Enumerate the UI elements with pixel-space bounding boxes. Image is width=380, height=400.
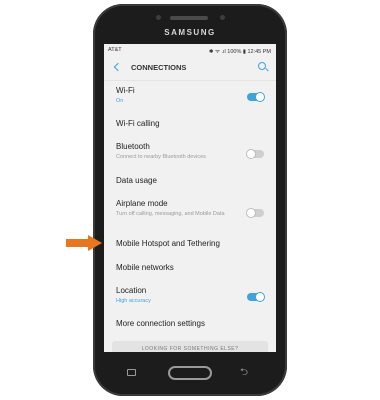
- looking-for-something-else-card: LOOKING FOR SOMETHING ELSE?: [112, 341, 268, 352]
- setting-label: More connection settings: [116, 319, 205, 328]
- setting-label: Mobile Hotspot and Tethering: [116, 239, 220, 248]
- setting-label: Airplane mode: [116, 199, 168, 208]
- carrier-label: AT&T: [108, 47, 122, 53]
- proximity-sensor: [220, 15, 225, 20]
- setting-mobile-networks[interactable]: Mobile networks: [104, 263, 276, 277]
- status-icons: ✱ ᯤ .ıl 100% ▮ 12:45 PM: [208, 49, 271, 55]
- card-heading: LOOKING FOR SOMETHING ELSE?: [141, 346, 239, 352]
- setting-label: Wi-Fi calling: [116, 119, 160, 128]
- screen: AT&T ✱ ᯤ .ıl 100% ▮ 12:45 PM CONNECTIONS…: [104, 44, 276, 352]
- search-icon[interactable]: [258, 62, 266, 70]
- back-arrow-icon[interactable]: [113, 62, 123, 72]
- setting-bluetooth[interactable]: Bluetooth Connect to nearby Bluetooth de…: [104, 142, 276, 164]
- setting-label: Data usage: [116, 176, 157, 185]
- setting-status: On: [116, 98, 124, 104]
- wifi-toggle[interactable]: [247, 91, 265, 102]
- setting-location[interactable]: Location High accuracy: [104, 286, 276, 308]
- setting-label: Location: [116, 286, 147, 295]
- setting-airplane-mode[interactable]: Airplane mode Turn off calling, messagin…: [104, 199, 276, 229]
- setting-mobile-hotspot-tethering[interactable]: Mobile Hotspot and Tethering: [104, 239, 276, 253]
- earpiece-speaker: [170, 16, 208, 20]
- page-title: CONNECTIONS: [131, 63, 187, 72]
- setting-label: Wi-Fi: [116, 86, 135, 95]
- home-button[interactable]: [168, 366, 212, 380]
- setting-more-connection-settings[interactable]: More connection settings: [104, 319, 276, 333]
- setting-description: Turn off calling, messaging, and Mobile …: [116, 211, 225, 217]
- setting-label: Mobile networks: [116, 263, 174, 272]
- back-key-icon[interactable]: ⮌: [240, 368, 248, 378]
- setting-description: Connect to nearby Bluetooth devices: [116, 154, 206, 160]
- airplane-mode-toggle[interactable]: [246, 207, 264, 218]
- setting-wifi-calling[interactable]: Wi-Fi calling: [104, 119, 276, 133]
- setting-label: Bluetooth: [116, 142, 150, 151]
- recents-key-icon[interactable]: [127, 369, 136, 376]
- front-camera: [156, 15, 161, 20]
- pointer-arrow-icon: [66, 235, 102, 251]
- setting-wifi[interactable]: Wi-Fi On: [104, 86, 276, 108]
- setting-status: High accuracy: [116, 298, 151, 304]
- app-bar: CONNECTIONS: [104, 56, 276, 81]
- brand-logo: SAMSUNG: [164, 28, 216, 37]
- status-bar: AT&T ✱ ᯤ .ıl 100% ▮ 12:45 PM: [104, 44, 276, 56]
- bluetooth-toggle[interactable]: [246, 148, 264, 159]
- setting-data-usage[interactable]: Data usage: [104, 176, 276, 190]
- location-toggle[interactable]: [247, 291, 265, 302]
